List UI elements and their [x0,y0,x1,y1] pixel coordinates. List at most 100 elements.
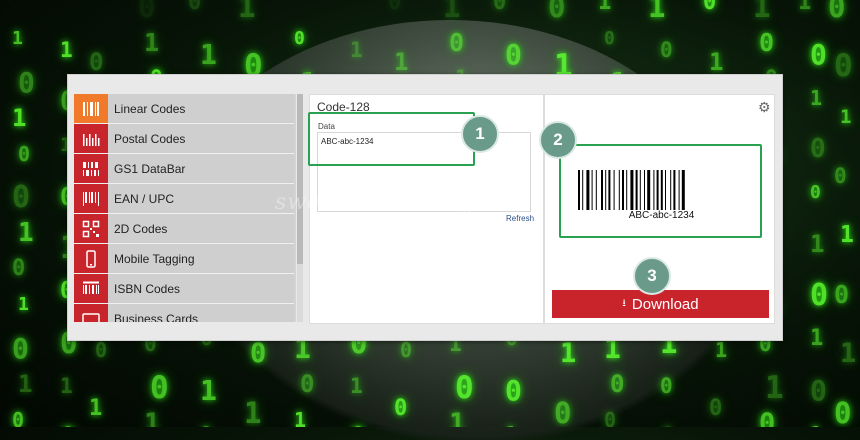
matrix-glyph: 0 [12,408,25,427]
matrix-glyph: 1 [89,396,103,421]
matrix-glyph: 1 [753,0,771,24]
matrix-glyph: 1 [840,222,854,248]
matrix-glyph: 1 [798,0,812,15]
matrix-glyph: 1 [810,422,822,427]
gear-icon[interactable]: ⚙ [758,99,771,116]
matrix-glyph: 0 [250,338,267,369]
matrix-glyph: 0 [455,370,474,406]
sidebar-item-label: ISBN Codes [114,281,181,296]
matrix-glyph: 0 [604,408,617,427]
ean-upc-icon [74,184,108,213]
download-button-label: Download [631,295,699,313]
postal-barcode-icon [74,124,108,153]
matrix-glyph: 0 [505,374,522,407]
callout-badge-2: 2 [539,121,577,159]
matrix-glyph: 1 [810,326,824,351]
matrix-glyph: 1 [200,38,217,71]
matrix-glyph: 1 [12,104,27,132]
sidebar-item-business-cards[interactable]: Business Cards [74,304,294,322]
mobile-phone-icon [74,244,108,273]
matrix-glyph: 1 [350,374,363,398]
matrix-glyph: 1 [715,338,728,362]
matrix-glyph: 1 [505,422,517,427]
matrix-glyph: 0 [12,180,31,215]
matrix-glyph: 0 [150,370,169,406]
sidebar-item-linear-codes[interactable]: Linear Codes [74,94,294,124]
matrix-glyph: 1 [18,370,33,398]
matrix-glyph: 1 [840,106,852,128]
matrix-glyph: 1 [294,408,307,427]
matrix-glyph: 1 [765,370,784,406]
callout-highlight-data [308,112,475,166]
matrix-glyph: 0 [188,0,202,15]
matrix-glyph: 0 [388,0,402,15]
matrix-glyph: 0 [300,370,315,398]
callout-highlight-barcode [559,144,762,238]
sidebar-scroll-thumb[interactable] [297,94,303,264]
matrix-glyph: 1 [810,86,823,110]
matrix-glyph: 0 [548,0,566,24]
sidebar-item-2d-codes[interactable]: 2D Codes [74,214,294,244]
refresh-link[interactable]: Refresh [506,214,534,223]
matrix-glyph: 1 [709,48,724,76]
matrix-glyph: 1 [350,38,363,62]
qr-code-icon [74,214,108,243]
matrix-glyph: 1 [394,48,409,76]
sidebar-scrollbar[interactable] [297,94,303,322]
matrix-glyph: 0 [138,0,156,24]
matrix-glyph: 0 [810,182,821,203]
sidebar: Linear Codes Postal Codes GS1 DataBar EA… [74,94,296,322]
matrix-glyph: 0 [810,374,827,407]
matrix-glyph: 1 [648,0,666,24]
matrix-glyph: 0 [18,66,35,99]
matrix-glyph: 1 [18,218,34,248]
matrix-glyph: 1 [560,338,577,369]
gs1-databar-icon [74,154,108,183]
matrix-glyph: 0 [18,142,31,166]
matrix-glyph: 0 [505,38,522,71]
matrix-glyph: 0 [610,370,625,398]
matrix-glyph: 0 [834,396,852,427]
matrix-glyph: 0 [350,422,366,427]
sidebar-item-label: Mobile Tagging [114,251,195,266]
sidebar-item-isbn-codes[interactable]: ISBN Codes [74,274,294,304]
matrix-glyph: 1 [660,422,676,427]
matrix-glyph: 1 [18,294,29,315]
sidebar-item-gs1-databar[interactable]: GS1 DataBar [74,154,294,184]
sidebar-item-ean-upc[interactable]: EAN / UPC [74,184,294,214]
sidebar-item-postal-codes[interactable]: Postal Codes [74,124,294,154]
matrix-glyph: 1 [840,338,857,369]
sidebar-item-label: Postal Codes [114,131,186,146]
matrix-glyph: 0 [828,0,846,24]
sidebar-item-label: Linear Codes [114,101,186,116]
matrix-glyph: 0 [834,48,853,84]
matrix-glyph: 0 [709,396,723,421]
download-button[interactable]: ⭳ Download [552,290,769,318]
matrix-glyph: 0 [294,28,305,49]
matrix-glyph: 0 [660,374,673,398]
matrix-glyph: 0 [660,38,673,62]
callout-badge-3: 3 [633,257,671,295]
isbn-icon [74,274,108,303]
linear-barcode-icon [74,94,108,123]
sidebar-item-mobile-tagging[interactable]: Mobile Tagging [74,244,294,274]
matrix-glyph: 0 [703,0,717,15]
matrix-glyph: 0 [89,48,104,76]
matrix-glyph: 1 [598,0,612,15]
sidebar-item-label: EAN / UPC [114,191,175,206]
matrix-glyph: 0 [604,28,615,49]
matrix-glyph: 0 [810,134,826,164]
matrix-glyph: 0 [12,332,29,365]
matrix-glyph: 1 [449,408,466,427]
matrix-glyph: 0 [400,338,413,362]
sidebar-item-label: GS1 DataBar [114,161,186,176]
matrix-glyph: 1 [144,408,161,427]
matrix-glyph: 1 [443,0,461,24]
matrix-glyph: 1 [12,28,23,49]
matrix-glyph: 0 [810,38,827,71]
matrix-glyph: 1 [60,38,73,62]
matrix-glyph: 0 [834,164,847,188]
matrix-glyph: 1 [144,28,160,57]
matrix-glyph: 0 [12,256,26,281]
matrix-glyph: 1 [200,374,217,407]
